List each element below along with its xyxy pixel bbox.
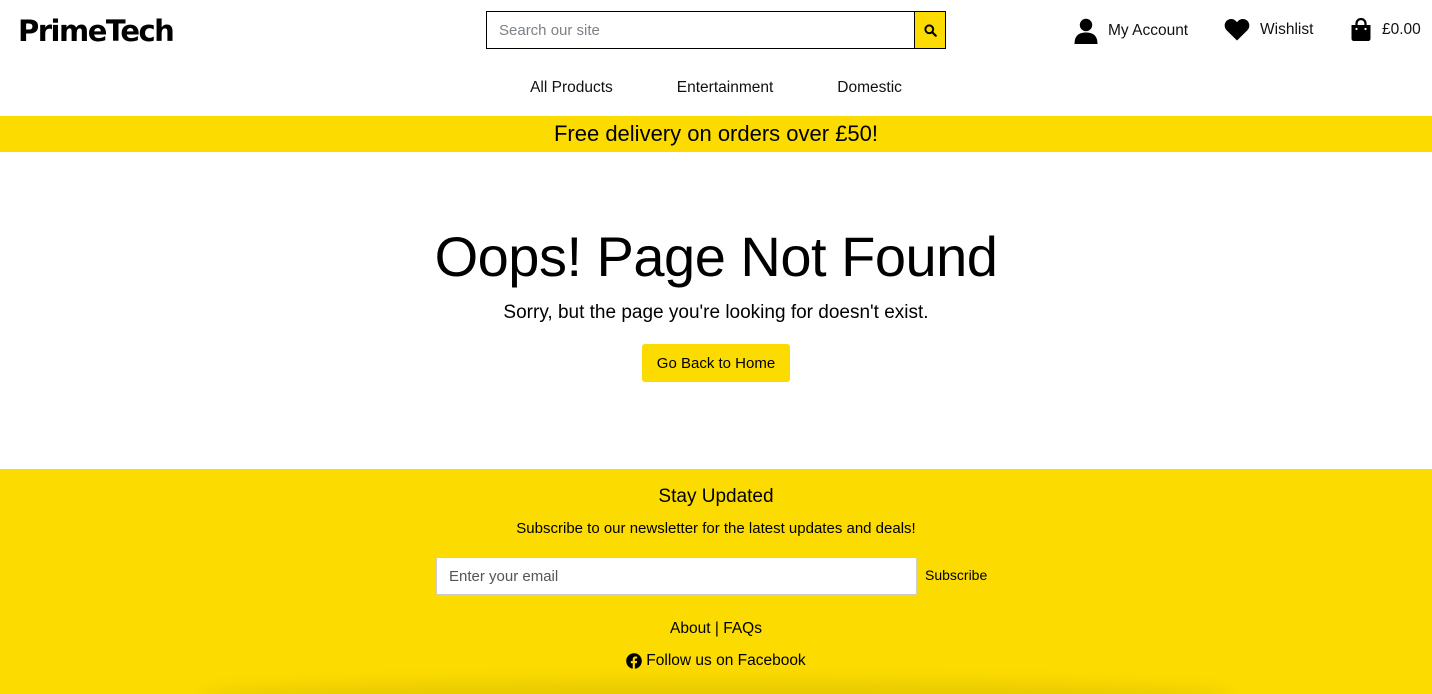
delivery-banner: Free delivery on orders over £50! [0,116,1432,152]
search-input[interactable] [486,11,914,49]
facebook-row: Follow us on Facebook [0,652,1432,670]
delivery-banner-text: Free delivery on orders over £50! [553,121,879,146]
cart-link[interactable]: £0.00 [1350,18,1421,42]
nav-item-entertainment[interactable]: Entertainment [677,79,774,97]
go-home-button[interactable]: Go Back to Home [642,344,790,382]
error-message: Sorry, but the page you're looking for d… [503,302,929,323]
cart-total: £0.00 [1382,21,1421,38]
footer-link-separator: | [714,620,719,637]
facebook-label: Follow us on Facebook [646,652,806,669]
site-header: PrimeTech My Account Wishlist £0.00 [0,0,1432,116]
error-content: Oops! Page Not Found Sorry, but the page… [0,152,1432,469]
newsletter-title: Stay Updated [658,486,774,507]
footer-shadow [200,681,1232,694]
newsletter-email-input[interactable] [436,557,917,595]
search-button[interactable] [914,11,946,49]
main-nav: All Products Entertainment Domestic [0,79,1432,97]
user-icon [1074,18,1098,44]
my-account-label: My Account [1108,22,1189,39]
footer-links: About | FAQs [0,620,1432,638]
page-title: Oops! Page Not Found [434,225,998,288]
about-link[interactable]: About [670,620,711,637]
facebook-icon [626,653,643,669]
shopping-bag-icon [1351,18,1371,41]
wishlist-link[interactable]: Wishlist [1224,18,1313,41]
nav-item-domestic[interactable]: Domestic [837,79,902,97]
site-logo[interactable]: PrimeTech [18,14,175,48]
site-footer: Stay Updated Subscribe to our newsletter… [0,469,1432,694]
search-bar [486,11,946,49]
faqs-link[interactable]: FAQs [723,620,762,637]
newsletter-subtitle: Subscribe to our newsletter for the late… [516,520,916,537]
my-account-link[interactable]: My Account [1074,18,1188,44]
subscribe-button[interactable]: Subscribe [925,567,987,583]
facebook-link[interactable]: Follow us on Facebook [626,652,806,670]
heart-icon [1224,18,1250,41]
nav-item-all-products[interactable]: All Products [530,79,613,97]
search-icon [923,23,937,37]
wishlist-label: Wishlist [1260,20,1314,38]
